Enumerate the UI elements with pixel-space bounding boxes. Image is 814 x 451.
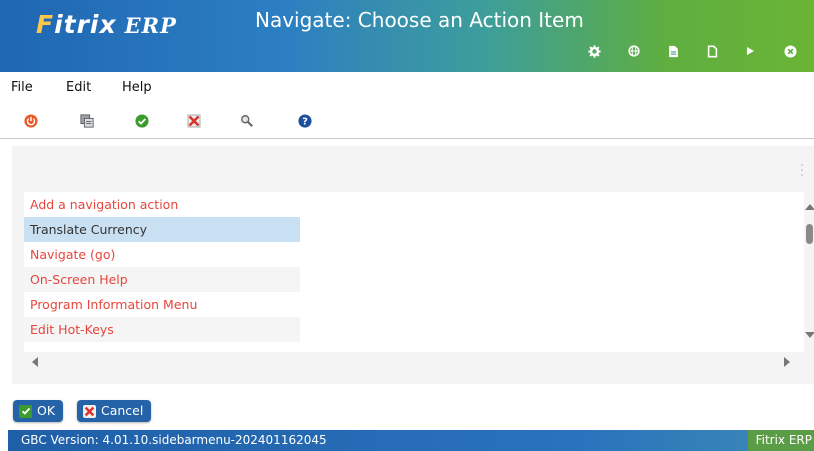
scroll-right-icon[interactable] — [784, 357, 790, 367]
document-icon[interactable] — [665, 43, 681, 59]
scroll-thumb[interactable] — [806, 224, 813, 244]
cancel-button[interactable]: Cancel — [77, 400, 152, 422]
menu-help[interactable]: Help — [122, 80, 152, 95]
scroll-up-icon[interactable] — [805, 204, 814, 210]
menu-edit[interactable]: Edit — [66, 80, 91, 95]
scroll-left-icon[interactable] — [32, 357, 38, 367]
accept-icon[interactable] — [134, 113, 150, 129]
play-icon[interactable] — [742, 43, 758, 59]
more-options-icon[interactable] — [801, 164, 805, 179]
list-item[interactable]: On-Screen Help — [24, 267, 300, 292]
new-page-icon[interactable] — [704, 43, 720, 59]
window-title: Navigate: Choose an Action Item — [255, 8, 584, 32]
list-item[interactable]: Program Information Menu — [24, 292, 300, 317]
check-icon — [19, 404, 32, 418]
help-icon[interactable]: ? — [297, 113, 313, 129]
gear-icon[interactable] — [586, 43, 602, 59]
status-bar: GBC Version: 4.01.10.sidebarmenu-2024011… — [8, 430, 814, 451]
scroll-down-icon[interactable] — [805, 332, 814, 338]
globe-icon[interactable] — [626, 43, 642, 59]
list-item[interactable]: Edit Hot-Keys — [24, 317, 300, 342]
cancel-x-icon — [83, 404, 96, 418]
search-icon[interactable] — [239, 113, 255, 129]
list-item-selected[interactable]: Translate Currency — [24, 217, 300, 242]
ok-label: OK — [37, 403, 56, 418]
list-item[interactable]: Navigate (go) — [24, 242, 300, 267]
action-list: Add a navigation action Translate Curren… — [24, 192, 804, 360]
close-icon[interactable] — [782, 43, 798, 59]
menu-file[interactable]: File — [11, 80, 33, 95]
cancel-label: Cancel — [101, 403, 144, 418]
title-bar: Fitrix ERP Navigate: Choose an Action Ite… — [0, 0, 814, 72]
fitrix-logo: Fitrix ERP — [36, 10, 177, 39]
status-app-name: Fitrix ERP — [747, 430, 814, 451]
menu-bar: File Edit Help — [0, 72, 814, 104]
list-item[interactable]: Add a navigation action — [24, 192, 300, 217]
horizontal-scrollbar[interactable] — [24, 352, 804, 370]
toolbar: ? — [0, 104, 814, 139]
ok-button[interactable]: OK — [13, 400, 64, 422]
cancel-icon[interactable] — [186, 113, 202, 129]
copy-icon[interactable] — [79, 113, 95, 129]
power-icon[interactable] — [23, 113, 39, 129]
content-panel: Add a navigation action Translate Curren… — [12, 146, 814, 384]
svg-text:?: ? — [302, 117, 308, 128]
vertical-scrollbar[interactable] — [804, 192, 814, 352]
version-text: GBC Version: 4.01.10.sidebarmenu-2024011… — [21, 433, 327, 447]
